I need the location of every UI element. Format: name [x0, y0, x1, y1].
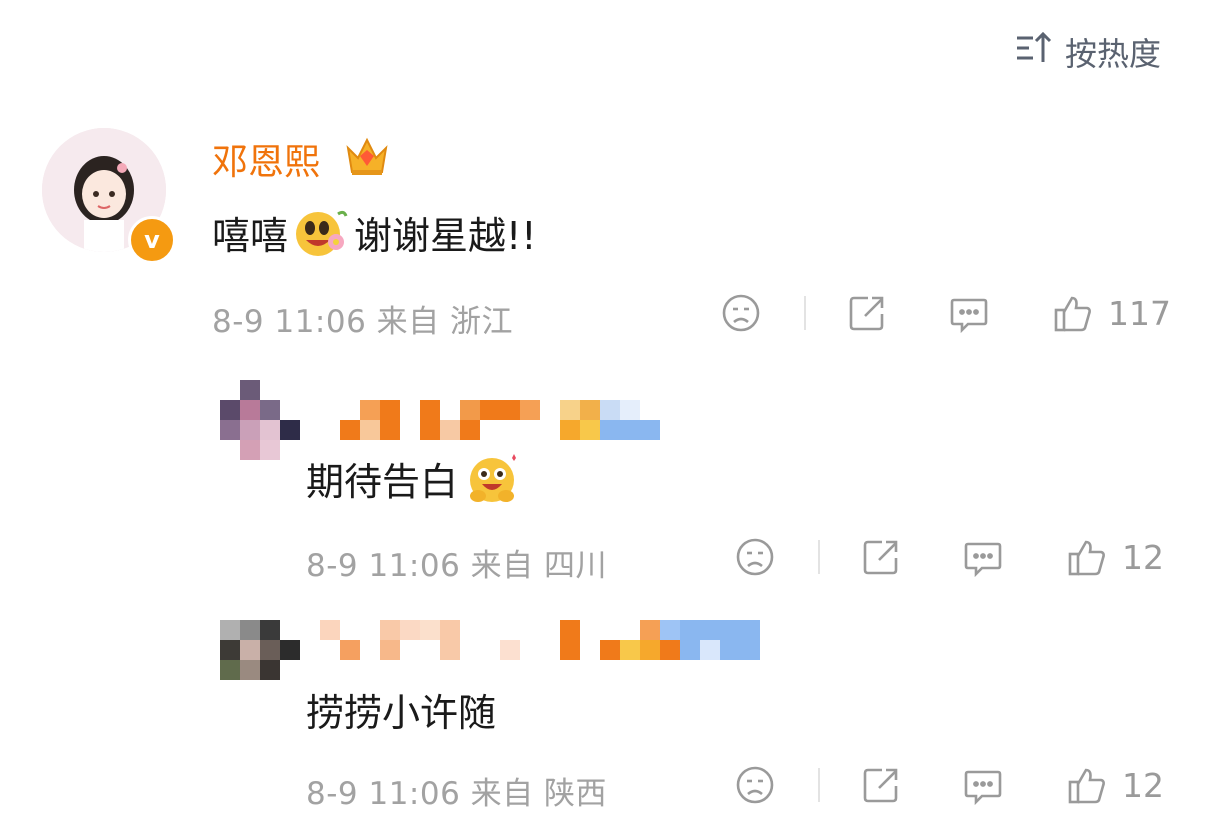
like-button[interactable]: 12 — [1066, 536, 1164, 578]
comment-text: 捞捞小许随 — [306, 691, 497, 735]
share-button[interactable] — [860, 536, 902, 578]
comment-actions: 117 — [720, 292, 1171, 334]
username[interactable] — [340, 400, 680, 440]
sort-by-hot-button[interactable]: 按热度 — [1015, 28, 1161, 76]
reply-button[interactable] — [962, 536, 1004, 578]
like-button[interactable]: 117 — [1052, 292, 1171, 334]
sort-label: 按热度 — [1064, 35, 1161, 73]
dislike-button[interactable] — [720, 292, 762, 334]
comment-meta: 8-9 11:06 来自 浙江 — [212, 304, 514, 340]
hug-emoji — [464, 450, 524, 506]
share-button[interactable] — [846, 292, 888, 334]
comment-text: 嘻嘻 谢谢星越!! — [212, 205, 536, 260]
reply-button[interactable] — [962, 764, 1004, 806]
comment-meta: 8-9 11:06 来自 四川 — [306, 548, 608, 584]
like-count: 12 — [1122, 537, 1164, 577]
flower-emoji — [292, 206, 350, 260]
crown-icon — [344, 134, 390, 182]
avatar[interactable] — [220, 620, 300, 680]
comment-text: 期待告白 — [306, 450, 524, 506]
dislike-button[interactable] — [734, 764, 776, 806]
avatar[interactable] — [220, 380, 300, 460]
sort-icon — [1015, 28, 1055, 76]
username[interactable] — [320, 620, 760, 660]
like-button[interactable]: 12 — [1066, 764, 1164, 806]
reply-button[interactable] — [948, 292, 990, 334]
verified-badge: v — [128, 216, 176, 264]
dislike-button[interactable] — [734, 536, 776, 578]
divider — [818, 540, 820, 574]
comment-meta: 8-9 11:06 来自 陕西 — [306, 776, 608, 812]
like-count: 117 — [1108, 293, 1171, 333]
comment-actions: 12 — [734, 536, 1164, 578]
like-count: 12 — [1122, 765, 1164, 805]
divider — [804, 296, 806, 330]
share-button[interactable] — [860, 764, 902, 806]
divider — [818, 768, 820, 802]
comment-actions: 12 — [734, 764, 1164, 806]
username[interactable]: 邓恩熙 — [212, 133, 320, 185]
